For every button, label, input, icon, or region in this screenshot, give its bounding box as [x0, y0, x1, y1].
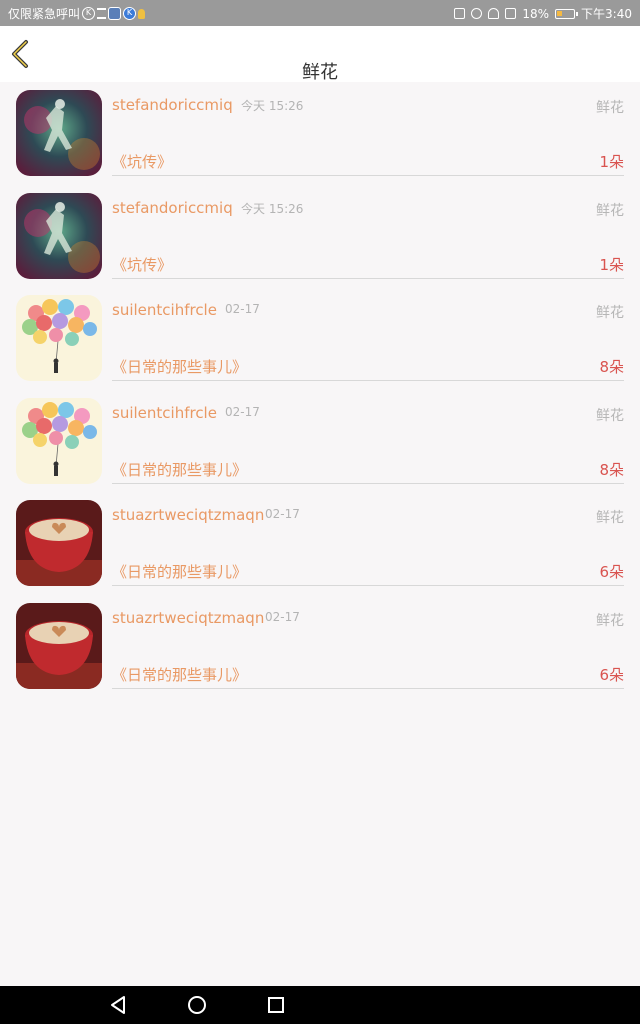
- avatar: [16, 90, 102, 176]
- book-title[interactable]: 《日常的那些事儿》: [112, 459, 247, 480]
- status-time: 下午3:40: [581, 7, 632, 21]
- flower-count: 6朵: [599, 563, 624, 581]
- timestamp: 今天 15:26: [241, 99, 304, 113]
- timestamp: 02-17: [265, 507, 300, 521]
- divider: [112, 175, 624, 176]
- avatar: [16, 192, 102, 279]
- battery-icon: [555, 8, 579, 19]
- timestamp: 02-17: [265, 609, 300, 624]
- battery-percent: 18%: [522, 6, 550, 21]
- username[interactable]: suilentcihfrcle: [112, 404, 217, 422]
- gift-type: 鲜花: [596, 407, 624, 424]
- flower-count: 6朵: [599, 665, 624, 684]
- home-circle-icon: [188, 996, 206, 1014]
- flower-list: stefandoriccmiq 今天 15:26 鲜花 《坑传》 1朵 stef…: [0, 82, 640, 697]
- wifi-icon: [488, 8, 500, 19]
- username[interactable]: suilentcihfrcle: [112, 301, 217, 319]
- recents-square-icon: [268, 997, 284, 1013]
- gift-type: 鲜花: [596, 510, 624, 526]
- username[interactable]: stefandoriccmiq: [112, 199, 233, 217]
- gift-type: 鲜花: [596, 202, 624, 219]
- list-item[interactable]: suilentcihfrcle 02-17 鲜花 《日常的那些事儿》 8朵: [0, 287, 640, 390]
- divider: [112, 687, 624, 689]
- avatar: [16, 295, 102, 381]
- bulb-icon: [138, 8, 146, 19]
- flower-count: 1朵: [599, 255, 624, 274]
- notification-k-blue-icon: K: [123, 7, 137, 20]
- app-notification-icon: [108, 7, 122, 20]
- gift-type: 鲜花: [596, 612, 624, 629]
- list-item[interactable]: stefandoriccmiq 今天 15:26 鲜花 《坑传》 1朵: [0, 82, 640, 185]
- list-item[interactable]: stuazrtweciqtzmaqn 02-17 鲜花 《日常的那些事儿》 6朵: [0, 595, 640, 698]
- divider: [112, 277, 624, 279]
- list-item[interactable]: suilentcihfrcle 02-17 鲜花 《日常的那些事儿》 8朵: [0, 390, 640, 493]
- divider: [112, 380, 624, 381]
- nav-home-button[interactable]: [186, 994, 208, 1016]
- back-triangle-icon: [111, 996, 125, 1014]
- book-title[interactable]: 《日常的那些事儿》: [112, 664, 247, 685]
- timestamp: 今天 15:26: [241, 201, 304, 216]
- sim-icon: [505, 8, 517, 19]
- book-title[interactable]: 《日常的那些事儿》: [112, 561, 247, 582]
- page-title: 鲜花: [302, 62, 338, 83]
- header: 鲜花: [0, 26, 640, 83]
- username[interactable]: stefandoriccmiq: [112, 96, 233, 114]
- book-title[interactable]: 《坑传》: [112, 254, 172, 275]
- divider: [112, 585, 624, 586]
- eye-icon: [471, 8, 483, 19]
- divider: [112, 482, 624, 484]
- list-item[interactable]: stuazrtweciqtzmaqn 02-17 鲜花 《日常的那些事儿》 6朵: [0, 492, 640, 595]
- avatar: [16, 602, 102, 689]
- gift-type: 鲜花: [596, 305, 624, 321]
- vibrate-icon: [454, 8, 466, 19]
- timestamp: 02-17: [225, 404, 260, 419]
- nav-recents-button[interactable]: [265, 994, 287, 1016]
- book-title[interactable]: 《日常的那些事儿》: [112, 356, 247, 377]
- username[interactable]: stuazrtweciqtzmaqn: [112, 506, 264, 524]
- avatar: [16, 500, 102, 586]
- status-bar-left: 仅限紧急呼叫 K K: [8, 5, 146, 22]
- status-bar: 仅限紧急呼叫 K K 18% 下午3:40: [0, 0, 640, 26]
- flower-count: 1朵: [599, 153, 624, 171]
- nav-back-button[interactable]: [108, 994, 130, 1016]
- timestamp: 02-17: [225, 302, 260, 316]
- avatar: [16, 397, 102, 484]
- flower-count: 8朵: [599, 460, 624, 479]
- book-title[interactable]: 《坑传》: [112, 151, 172, 172]
- system-nav-bar: [0, 986, 640, 1024]
- status-bar-right: 18% 下午3:40: [454, 5, 632, 22]
- gift-type: 鲜花: [596, 100, 624, 116]
- flower-count: 8朵: [599, 358, 624, 376]
- notification-k-icon: K: [82, 7, 96, 20]
- carrier-text: 仅限紧急呼叫: [8, 7, 81, 21]
- username[interactable]: stuazrtweciqtzmaqn: [112, 609, 264, 627]
- list-item[interactable]: stefandoriccmiq 今天 15:26 鲜花 《坑传》 1朵: [0, 185, 640, 288]
- hourglass-icon: [97, 8, 107, 19]
